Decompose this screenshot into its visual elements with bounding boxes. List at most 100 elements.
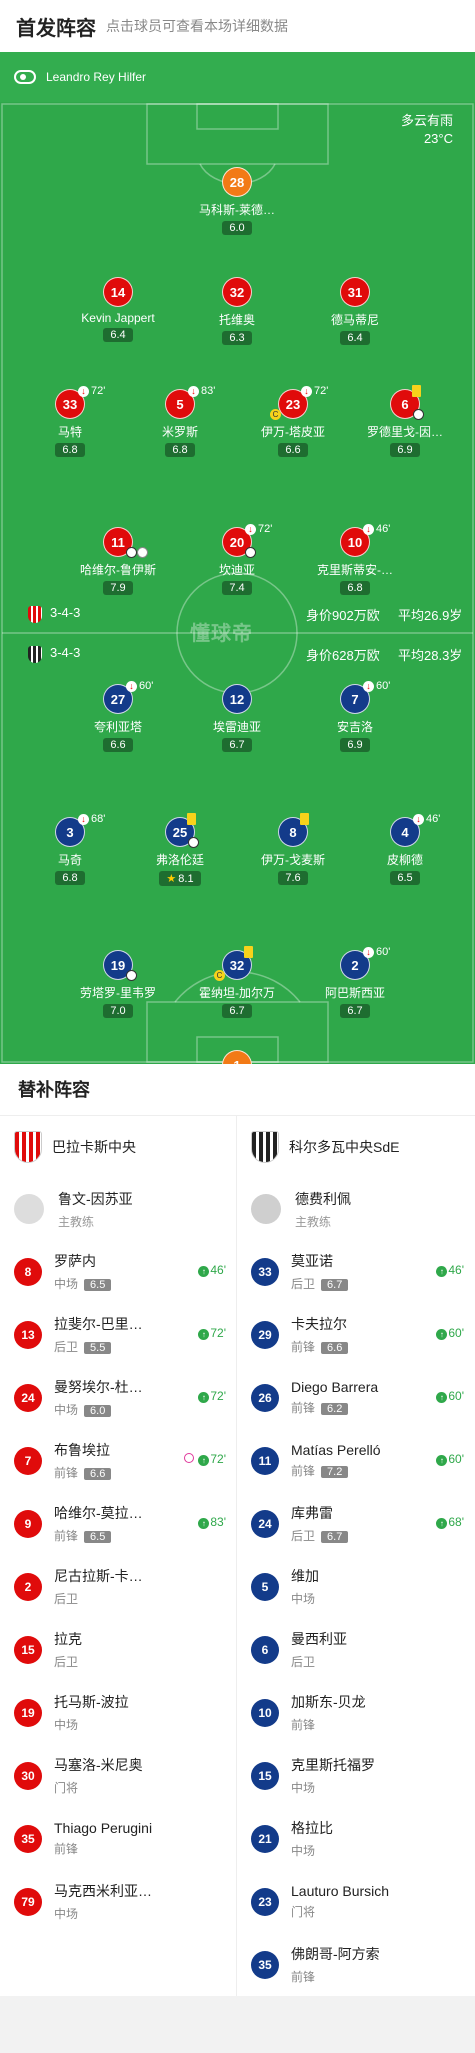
sub-out-badge: ↓ 68' [78, 813, 105, 825]
away-player[interactable]: 32 C 霍纳坦-加尔万 6.7 [182, 946, 292, 1019]
sub-player-row[interactable]: 15 拉克 后卫 [0, 1618, 236, 1681]
goal-ball-icon [413, 409, 424, 420]
player-name: 德马蒂尼 [330, 313, 379, 327]
sub-player-position: 门将 [291, 1905, 316, 1919]
sub-player-row[interactable]: 15 克里斯托福罗 中场 [237, 1744, 474, 1807]
home-team-header[interactable]: 巴拉卡斯中央 [0, 1116, 236, 1178]
sub-out-icon: ↓ [413, 813, 424, 825]
home-player[interactable]: 11 哈维尔-鲁伊斯 7.9 [63, 527, 173, 596]
sub-player-row[interactable]: 10 加斯东-贝龙 前锋 [237, 1681, 474, 1744]
sub-player-row[interactable]: 24 库弗雷 后卫 6.7 ↑ 68' [237, 1492, 474, 1555]
sub-player-info: 曼努埃尔-杜… 中场 6.0 [54, 1377, 174, 1418]
sub-in-time: ↑ 60' [436, 1389, 464, 1403]
sub-player-info: 加斯东-贝龙 前锋 [291, 1692, 411, 1733]
sub-player-row[interactable]: 19 托马斯-波拉 中场 [0, 1681, 236, 1744]
sub-player-info: 拉斐尔-巴里… 后卫 5.5 [54, 1314, 174, 1355]
sub-player-row[interactable]: 21 格拉比 中场 [237, 1807, 474, 1870]
away-logo-icon [251, 1131, 279, 1163]
away-subs-column: 科尔多瓦中央SdE 德费利佩 主教练 33 莫亚诺 后卫 6.7 ↑ 46' 29 卡夫拉尔 前锋… [237, 1116, 474, 1996]
player-rating: 6.6 [278, 443, 308, 457]
sub-player-name: 托马斯-波拉 [54, 1694, 129, 1710]
away-team-summary: 3-4-3 身价628万欧 平均28.3岁 [0, 645, 475, 665]
away-player[interactable]: 27 ↓ 60' 夸利亚塔 6.6 [63, 680, 173, 753]
sub-player-row[interactable]: 26 Diego Barrera 前锋 6.2 ↑ 60' [237, 1366, 474, 1429]
sub-player-row[interactable]: 33 莫亚诺 后卫 6.7 ↑ 46' [237, 1240, 474, 1303]
away-player[interactable]: 4 ↓ 46' 皮柳德 6.5 [350, 813, 460, 886]
away-player[interactable]: 12 埃雷迪亚 6.7 [182, 684, 292, 753]
sub-player-row[interactable]: 13 拉斐尔-巴里… 后卫 5.5 ↑ 72' [0, 1303, 236, 1366]
home-player[interactable]: 14 Kevin Jappert 6.4 [63, 277, 173, 343]
sub-player-row[interactable]: 9 哈维尔-莫拉… 前锋 6.5 ↑ 83' [0, 1492, 236, 1555]
lineup-title: 首发阵容 [16, 17, 96, 40]
sub-out-icon: ↓ [363, 680, 374, 692]
away-player[interactable]: 2 ↓ 60' 阿巴斯西亚 6.7 [300, 946, 410, 1019]
sub-player-info: 库弗雷 后卫 6.7 [291, 1503, 411, 1544]
home-coach-name: 鲁文-因苏亚 [58, 1190, 133, 1207]
referee-name: Leandro Rey Hilfer [46, 70, 147, 84]
player-name: 劳塔罗-里韦罗 [80, 986, 156, 1000]
sub-player-row[interactable]: 23 Lauturo Bursich 门将 [237, 1870, 474, 1933]
sub-player-row[interactable]: 35 佛朗哥-阿方索 前锋 [237, 1933, 474, 1996]
player-name: 托维奥 [218, 313, 255, 327]
sub-player-info: 克里斯托福罗 中场 [291, 1755, 411, 1796]
sub-player-row[interactable]: 29 卡夫拉尔 前锋 6.6 ↑ 60' [237, 1303, 474, 1366]
home-player[interactable]: 10 ↓ 46' 克里斯蒂安-… 6.8 [300, 523, 410, 596]
home-player[interactable]: 28 马科斯-莱德… 6.0 [182, 167, 292, 236]
jersey-number: 24 [251, 1509, 279, 1538]
sub-player-position: 中场 [54, 1718, 79, 1732]
sub-player-row[interactable]: 79 马克西米利亚… 中场 [0, 1870, 236, 1933]
away-player[interactable]: 3 ↓ 68' 马奇 6.8 [15, 813, 125, 886]
jersey-number: 6 [251, 1635, 279, 1664]
sub-player-name: Lauturo Bursich [291, 1883, 390, 1899]
sub-in-time: ↑ 72' [198, 1326, 226, 1340]
away-player[interactable]: 1阿格雷6.5 [182, 1050, 292, 1064]
home-player[interactable]: 5 ↓ 83' 米罗斯 6.8 [125, 385, 235, 458]
player-name: 克里斯蒂安-… [317, 563, 393, 577]
jersey-number: 23 [251, 1887, 279, 1916]
sub-player-row[interactable]: 30 马塞洛-米尼奥 门将 [0, 1744, 236, 1807]
home-player[interactable]: 6 罗德里戈-因… 6.9 [350, 385, 460, 458]
sub-player-row[interactable]: 8 罗萨内 中场 6.5 ↑ 46' [0, 1240, 236, 1303]
sub-in-time: ↑ 68' [436, 1515, 464, 1529]
away-coach-name: 德费利佩 [295, 1190, 351, 1207]
away-team-name: 科尔多瓦中央SdE [289, 1139, 400, 1155]
sub-player-info: 拉克 后卫 [54, 1629, 174, 1670]
away-player[interactable]: 7 ↓ 60' 安吉洛 6.9 [300, 680, 410, 753]
sub-in-icon: ↑ [436, 1392, 448, 1403]
sub-player-row[interactable]: 35 Thiago Perugini 前锋 [0, 1807, 236, 1870]
sub-player-row[interactable]: 7 布鲁埃拉 前锋 6.6 ↑ 72' [0, 1429, 236, 1492]
away-player[interactable]: 25弗洛伦廷8.1 [125, 813, 235, 887]
jersey-number: 2 [14, 1572, 42, 1601]
home-coach[interactable]: 鲁文-因苏亚 主教练 [0, 1178, 236, 1240]
sub-out-badge: ↓ 46' [413, 813, 440, 825]
sub-player-row[interactable]: 11 Matías Perelló 前锋 7.2 ↑ 60' [237, 1429, 474, 1492]
away-player[interactable]: 8 伊万-戈麦斯 7.6 [238, 813, 348, 886]
player-name: 马科斯-莱德… [199, 203, 275, 217]
away-player[interactable]: 19 劳塔罗-里韦罗 7.0 [63, 950, 173, 1019]
sub-player-row[interactable]: 5 维加 中场 [237, 1555, 474, 1618]
sub-player-name: Diego Barrera [291, 1379, 379, 1395]
home-player[interactable]: 32 托维奥 6.3 [182, 277, 292, 346]
sub-player-position: 中场 [291, 1781, 316, 1795]
away-coach[interactable]: 德费利佩 主教练 [237, 1178, 474, 1240]
yellow-card-icon [244, 946, 253, 958]
away-team-header[interactable]: 科尔多瓦中央SdE [237, 1116, 474, 1178]
sub-player-position: 前锋 6.5 [54, 1527, 174, 1544]
jersey-number: 79 [14, 1887, 42, 1916]
home-player[interactable]: 20 ↓ 72' 坎迪亚 7.4 [182, 523, 292, 596]
sub-player-position: 前锋 6.6 [291, 1338, 411, 1355]
sub-player-row[interactable]: 24 曼努埃尔-杜… 中场 6.0 ↑ 72' [0, 1366, 236, 1429]
sub-out-badge: ↓ 60' [363, 946, 390, 958]
home-player[interactable]: 33 ↓ 72' 马特 6.8 [15, 385, 125, 458]
sub-out-icon: ↓ [78, 385, 89, 397]
sub-player-row[interactable]: 6 曼西利亚 后卫 [237, 1618, 474, 1681]
sub-in-icon: ↑ [436, 1329, 448, 1340]
sub-out-icon: ↓ [363, 523, 374, 535]
footer-spacer [0, 1996, 475, 2048]
player-rating: 6.4 [103, 328, 133, 342]
sub-player-name: 马克西米利亚… [54, 1883, 152, 1899]
sub-player-row[interactable]: 2 尼古拉斯-卡… 后卫 [0, 1555, 236, 1618]
goal-ball-icon [126, 970, 137, 981]
home-player[interactable]: 31 德马蒂尼 6.4 [300, 277, 410, 346]
home-player[interactable]: 23 ↓ 72' C 伊万-塔皮亚 6.6 [238, 385, 348, 458]
